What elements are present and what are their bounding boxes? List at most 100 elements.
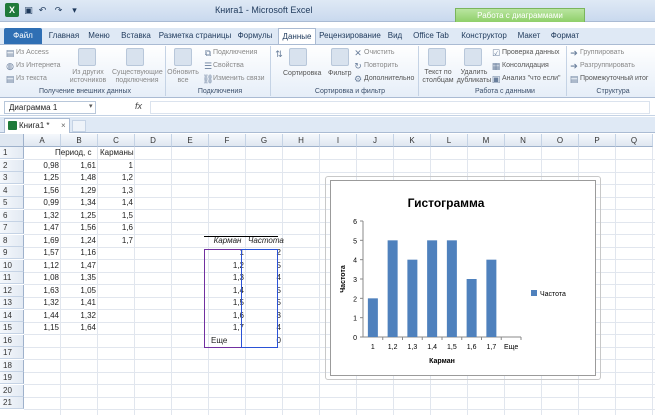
- cell-A2[interactable]: 0,98: [26, 160, 59, 172]
- cell-B1[interactable]: Период, с: [55, 147, 92, 159]
- column-header-Q[interactable]: Q: [616, 134, 653, 147]
- close-tab-icon[interactable]: ×: [61, 119, 66, 133]
- cell-B14[interactable]: 1,32: [63, 310, 96, 322]
- cell-B4[interactable]: 1,29: [63, 185, 96, 197]
- excel-app-icon[interactable]: X: [5, 3, 19, 17]
- from-text-button[interactable]: Из текста: [16, 75, 47, 82]
- cell-B2[interactable]: 1,61: [63, 160, 96, 172]
- tab-review[interactable]: Рецензирование: [319, 28, 381, 44]
- row-header-2[interactable]: 2: [0, 159, 24, 172]
- new-tab-button[interactable]: [72, 120, 86, 132]
- cell-B8[interactable]: 1,24: [63, 235, 96, 247]
- cell-A13[interactable]: 1,32: [26, 297, 59, 309]
- cell-B5[interactable]: 1,34: [63, 197, 96, 209]
- reapply-button[interactable]: Повторить: [364, 62, 398, 69]
- save-icon[interactable]: ▣: [22, 4, 35, 17]
- column-header-H[interactable]: H: [283, 134, 320, 147]
- cell-A10[interactable]: 1,12: [26, 260, 59, 272]
- refresh-all-button[interactable]: Обновить все: [167, 69, 199, 85]
- cell-A7[interactable]: 1,47: [26, 222, 59, 234]
- clear-filter-button[interactable]: Очистить: [364, 49, 394, 56]
- row-header-19[interactable]: 19: [0, 372, 24, 384]
- row-header-9[interactable]: 9: [0, 247, 24, 259]
- cell-C7[interactable]: 1,6: [100, 222, 133, 234]
- cell-C6[interactable]: 1,5: [100, 210, 133, 222]
- remove-duplicates-button[interactable]: Удалить дубликаты: [456, 69, 492, 85]
- row-header-8[interactable]: 8: [0, 234, 24, 247]
- cell-A12[interactable]: 1,63: [26, 285, 59, 297]
- cell-A8[interactable]: 1,69: [26, 235, 59, 247]
- tab-format[interactable]: Формат: [548, 28, 582, 44]
- row-header-4[interactable]: 4: [0, 184, 24, 197]
- row-header-14[interactable]: 14: [0, 309, 24, 322]
- row-header-1[interactable]: 1: [0, 147, 24, 159]
- cell-B7[interactable]: 1,56: [63, 222, 96, 234]
- column-header-N[interactable]: N: [505, 134, 542, 147]
- cell-B6[interactable]: 1,25: [63, 210, 96, 222]
- name-box-dropdown-icon[interactable]: ▾: [89, 102, 93, 110]
- subtotal-button[interactable]: Промежуточный итог: [580, 75, 654, 82]
- tab-data[interactable]: Данные: [278, 28, 316, 44]
- edit-links-button[interactable]: Изменить связи: [213, 75, 265, 82]
- undo-icon[interactable]: ↶: [36, 4, 49, 17]
- row-header-10[interactable]: 10: [0, 259, 24, 272]
- column-header-J[interactable]: J: [357, 134, 394, 147]
- column-header-C[interactable]: C: [98, 134, 135, 147]
- column-header-E[interactable]: E: [172, 134, 209, 147]
- column-header-L[interactable]: L: [431, 134, 468, 147]
- sort-az-icon[interactable]: ⇅: [273, 48, 285, 60]
- cell-A9[interactable]: 1,57: [26, 247, 59, 259]
- column-header-I[interactable]: I: [320, 134, 357, 147]
- cell-C3[interactable]: 1,2: [100, 172, 133, 184]
- cell-C2[interactable]: 1: [100, 160, 133, 172]
- row-header-3[interactable]: 3: [0, 172, 24, 184]
- cell-A6[interactable]: 1,32: [26, 210, 59, 222]
- tab-menu[interactable]: Меню: [85, 28, 113, 44]
- properties-button[interactable]: Свойства: [213, 62, 244, 69]
- sort-button[interactable]: Сортировка: [283, 70, 321, 77]
- advanced-filter-button[interactable]: Дополнительно: [364, 75, 414, 82]
- row-header-21[interactable]: 21: [0, 397, 24, 409]
- row-header-20[interactable]: 20: [0, 384, 24, 397]
- row-header-6[interactable]: 6: [0, 209, 24, 222]
- tab-view[interactable]: Вид: [384, 28, 406, 44]
- cell-C4[interactable]: 1,3: [100, 185, 133, 197]
- consolidate-button[interactable]: Консолидация: [502, 62, 549, 69]
- cell-B9[interactable]: 1,16: [63, 247, 96, 259]
- data-validation-button[interactable]: Проверка данных: [502, 49, 560, 56]
- qat-customize-icon[interactable]: ▾: [68, 4, 81, 17]
- select-all-corner[interactable]: [0, 134, 24, 147]
- column-header-K[interactable]: K: [394, 134, 431, 147]
- row-header-5[interactable]: 5: [0, 197, 24, 209]
- cell-A11[interactable]: 1,08: [26, 272, 59, 284]
- cell-B12[interactable]: 1,05: [63, 285, 96, 297]
- row-header-13[interactable]: 13: [0, 297, 24, 309]
- column-header-G[interactable]: G: [246, 134, 283, 147]
- formula-input[interactable]: [150, 101, 650, 114]
- tab-file[interactable]: Файл: [4, 28, 42, 44]
- column-header-F[interactable]: F: [209, 134, 246, 147]
- cell-B13[interactable]: 1,41: [63, 297, 96, 309]
- column-header-A[interactable]: A: [24, 134, 61, 147]
- column-header-O[interactable]: O: [542, 134, 579, 147]
- name-box[interactable]: Диаграмма 1: [4, 101, 96, 114]
- cell-C8[interactable]: 1,7: [100, 235, 133, 247]
- cell-A14[interactable]: 1,44: [26, 310, 59, 322]
- cell-B3[interactable]: 1,48: [63, 172, 96, 184]
- workbook-tab[interactable]: Книга1 * ×: [4, 118, 70, 133]
- filter-button[interactable]: Фильтр: [328, 70, 352, 77]
- tab-office-tab[interactable]: Office Tab: [409, 28, 453, 44]
- cell-B10[interactable]: 1,47: [63, 260, 96, 272]
- cell-C1[interactable]: Карманы: [100, 147, 134, 159]
- tab-insert[interactable]: Вставка: [117, 28, 155, 44]
- cell-A5[interactable]: 0,99: [26, 197, 59, 209]
- whatif-button[interactable]: Анализ "что если": [502, 75, 561, 82]
- ungroup-button[interactable]: Разгруппировать: [580, 62, 635, 69]
- row-header-16[interactable]: 16: [0, 334, 24, 347]
- tab-layout[interactable]: Макет: [514, 28, 544, 44]
- connections-button[interactable]: Подключения: [213, 49, 257, 56]
- tab-home[interactable]: Главная: [46, 28, 82, 44]
- column-header-P[interactable]: P: [579, 134, 616, 147]
- row-header-12[interactable]: 12: [0, 284, 24, 297]
- row-header-18[interactable]: 18: [0, 359, 24, 372]
